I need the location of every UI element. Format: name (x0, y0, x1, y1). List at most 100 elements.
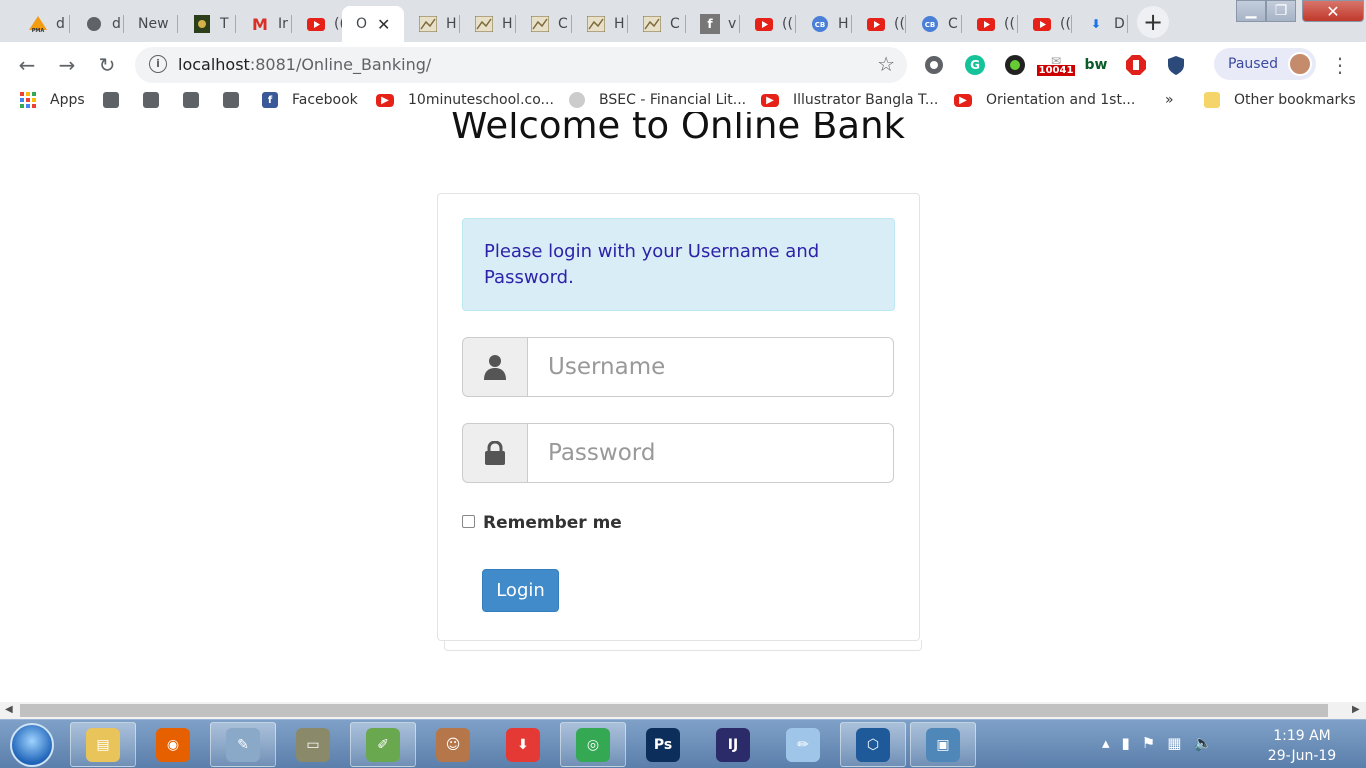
tab-favicon-icon: f (700, 14, 720, 34)
close-window-button[interactable]: ✕ (1302, 0, 1364, 22)
browser-tab[interactable]: C (516, 6, 572, 42)
login-button[interactable]: Login (482, 569, 559, 612)
show-hidden-icons-arrow[interactable]: ▴ (1102, 734, 1110, 752)
tab-favicon-icon: M (252, 14, 268, 34)
device-icon[interactable]: ▮ (1122, 734, 1130, 752)
screen-reader-extension-icon[interactable] (922, 53, 946, 77)
bookmark-orientation[interactable]: ▶ Orientation and 1st... (954, 92, 1135, 108)
tab-favicon-icon (306, 14, 326, 34)
browser-tab[interactable]: (( (740, 6, 796, 42)
taskbar-downloader-button[interactable]: ⬇ (490, 722, 556, 767)
tab-title: New (138, 16, 169, 32)
bookmark-10minuteschool[interactable]: ▶ 10minuteschool.co... (376, 92, 554, 108)
browser-tab[interactable]: (( (292, 6, 348, 42)
browser-tab[interactable]: (( (1018, 6, 1072, 42)
mail-extension-icon[interactable]: ✉ 10041 (1036, 53, 1076, 77)
bookmark-label: Other bookmarks (1234, 92, 1356, 108)
browser-tab[interactable]: ⬇ D (1072, 6, 1128, 42)
tab-title: T (220, 16, 229, 32)
scroll-left-arrow-icon[interactable]: ◀ (5, 704, 13, 715)
reload-icon[interactable]: ↻ (95, 53, 119, 77)
lock-icon (462, 423, 528, 483)
password-input[interactable] (527, 423, 894, 483)
bookmark-facebook[interactable]: f Facebook (262, 92, 358, 108)
taskbar-portrait-button[interactable]: ☺ (420, 722, 486, 767)
remember-me-label[interactable]: Remember me (483, 513, 622, 533)
taskbar-explorer-button[interactable]: ▤ (70, 722, 136, 767)
address-bar[interactable]: i localhost:8081/Online_Banking/ ☆ (135, 47, 907, 83)
bookmark-star-icon[interactable]: ☆ (877, 52, 895, 76)
profile-button[interactable]: Paused (1214, 48, 1316, 80)
bookmarks-overflow-button[interactable]: » (1165, 92, 1174, 108)
url-text[interactable]: localhost:8081/Online_Banking/ (178, 55, 431, 74)
taskbar-intellij-button[interactable]: IJ (700, 722, 766, 767)
remember-me-row[interactable]: Remember me (462, 513, 622, 533)
tab-active[interactable]: O ✕ (342, 6, 404, 42)
tab-favicon-icon (474, 14, 494, 34)
bookmark-other[interactable]: Other bookmarks (1204, 92, 1356, 108)
back-arrow-icon[interactable]: ← (15, 53, 39, 77)
tab-close-icon[interactable]: ✕ (377, 15, 390, 34)
taskbar-firefox-button[interactable]: ◉ (140, 722, 206, 767)
browser-tab[interactable]: M Ir (236, 6, 292, 42)
new-tab-button[interactable]: + (1137, 6, 1169, 38)
tab-strip: + ▁ ❐ ✕ PMA d d New T M Ir((O ✕ H H C H Cf v((CB H((CB… (0, 0, 1366, 42)
browser-tab[interactable]: T (178, 6, 236, 42)
color-picker-extension-icon[interactable] (1003, 53, 1027, 77)
taskbar-virtualbox-button[interactable]: ⬡ (840, 722, 906, 767)
browser-tab[interactable]: H (404, 6, 460, 42)
browser-tab[interactable]: d (70, 6, 124, 42)
browser-tab[interactable]: fv (686, 6, 740, 42)
taskbar-notepad-button[interactable]: ✏ (770, 722, 836, 767)
globe-icon (223, 92, 239, 108)
minimize-button[interactable]: ▁ (1236, 0, 1266, 22)
bookmark-globe-4[interactable] (223, 92, 253, 108)
browser-tab[interactable]: H (572, 6, 628, 42)
password-group (462, 423, 894, 483)
bookmark-bsec[interactable]: BSEC - Financial Lit... (569, 92, 746, 108)
horizontal-scrollbar[interactable]: ◀ ▶ (0, 702, 1366, 719)
browser-tab[interactable]: PMA d (14, 6, 70, 42)
browser-tab[interactable]: New (124, 6, 178, 42)
tab-title: H (446, 16, 457, 32)
grammarly-extension-icon[interactable]: G (963, 53, 987, 77)
portrait-icon: ☺ (436, 727, 470, 762)
remember-me-checkbox[interactable] (462, 514, 475, 528)
taskbar-photo-viewer-button[interactable]: ▣ (910, 722, 976, 767)
shield-extension-icon[interactable] (1164, 53, 1188, 77)
browser-tab[interactable]: CB C (906, 6, 962, 42)
bookmark-globe-1[interactable] (103, 92, 133, 108)
volume-icon[interactable]: 🔈 (1193, 734, 1212, 752)
browser-tab[interactable]: H (460, 6, 516, 42)
bw-extension-icon[interactable]: bw (1084, 53, 1108, 77)
taskbar-notepad-plus-button[interactable]: ✐ (350, 722, 416, 767)
start-button[interactable] (10, 723, 54, 767)
bookmark-globe-2[interactable] (143, 92, 173, 108)
browser-tab[interactable]: CB H (796, 6, 852, 42)
bookmark-globe-3[interactable] (183, 92, 213, 108)
username-input[interactable] (527, 337, 894, 397)
taskbar-scanner-button[interactable]: ▭ (280, 722, 346, 767)
browser-tab[interactable]: (( (852, 6, 906, 42)
tab-title: Ir (278, 16, 288, 32)
maximize-button[interactable]: ❐ (1266, 0, 1296, 22)
scroll-right-arrow-icon[interactable]: ▶ (1352, 704, 1360, 715)
scrollbar-thumb[interactable] (20, 704, 1328, 717)
downloader-icon: ⬇ (506, 727, 540, 762)
bookmark-apps[interactable]: Apps (20, 92, 85, 108)
network-icon[interactable]: ▦ (1167, 734, 1181, 752)
taskbar-chrome-button[interactable]: ◎ (560, 722, 626, 767)
action-center-flag-icon[interactable]: ⚑ (1142, 734, 1155, 752)
clock[interactable]: 1:19 AM 29-Jun-19 (1262, 726, 1342, 766)
bookmark-illustrator[interactable]: ▶ Illustrator Bangla T... (761, 92, 938, 108)
taskbar-photoshop-button[interactable]: Ps (630, 722, 696, 767)
browser-toolbar: ← → ↻ i localhost:8081/Online_Banking/ ☆… (0, 42, 1366, 88)
adblock-extension-icon[interactable] (1124, 53, 1148, 77)
browser-tab[interactable]: (( (962, 6, 1018, 42)
browser-tab[interactable]: C (628, 6, 686, 42)
forward-arrow-icon[interactable]: → (55, 53, 79, 77)
taskbar-paint-button[interactable]: ✎ (210, 722, 276, 767)
menu-kebab-icon[interactable]: ⋮ (1330, 53, 1350, 77)
site-info-icon[interactable]: i (149, 55, 167, 73)
tab-favicon-icon: ⬇ (1090, 17, 1102, 31)
